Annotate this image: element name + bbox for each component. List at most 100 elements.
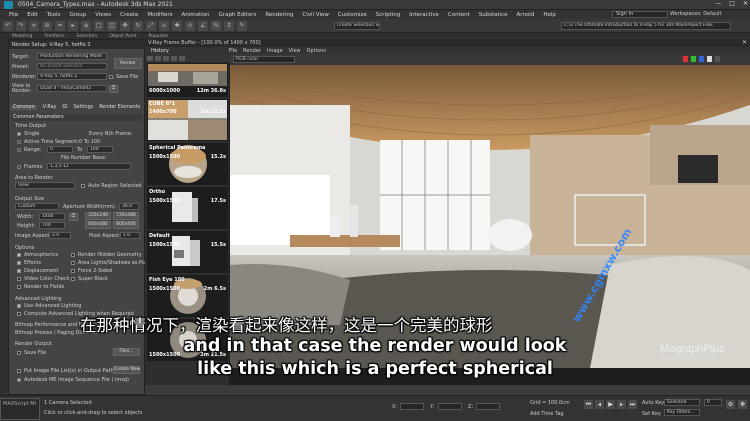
menu-scripting[interactable]: Scripting	[376, 12, 400, 18]
history-item[interactable]: Ortho 1500x1500 17.5s	[147, 187, 228, 229]
menu-interactive[interactable]: Interactive	[409, 12, 439, 18]
preset-800x600-button[interactable]: 800x600	[113, 221, 139, 229]
ribbon-tab-selection[interactable]: Selection	[77, 34, 98, 39]
blue-channel-icon[interactable]	[699, 56, 705, 62]
fb-menu-image[interactable]: Image	[267, 48, 283, 54]
menu-modifiers[interactable]: Modifiers	[147, 12, 172, 18]
menu-help[interactable]: Help	[543, 12, 556, 18]
aperture-field[interactable]: 36.0	[119, 203, 139, 210]
active-segment-radio[interactable]	[17, 140, 21, 144]
menu-civil-view[interactable]: Civil View	[302, 12, 328, 18]
force-2sided-checkbox[interactable]	[71, 269, 75, 273]
video-color-check-checkbox[interactable]	[17, 277, 21, 281]
menu-tools[interactable]: Tools	[47, 12, 61, 18]
history-item[interactable]: Fish Eye 180 1500x1500 2m 6.5s	[147, 275, 228, 317]
history-item[interactable]: Spherical Panorama 1500x1500 15.2s	[147, 143, 228, 185]
menu-substance[interactable]: Substance	[479, 12, 508, 18]
y-coord-field[interactable]	[438, 403, 462, 410]
menu-edit[interactable]: Edit	[27, 12, 38, 18]
viewport-nav-icon[interactable]: ✥	[738, 400, 747, 409]
angle-snap-icon[interactable]: ∠	[198, 20, 208, 31]
compute-advanced-checkbox[interactable]	[17, 312, 21, 316]
output-size-dropdown[interactable]: Custom	[15, 203, 59, 210]
menu-rendering[interactable]: Rendering	[265, 12, 293, 18]
red-channel-icon[interactable]	[683, 56, 689, 62]
snap-icon[interactable]: ∩	[185, 20, 195, 31]
sign-in-button[interactable]: Sign In	[612, 11, 668, 18]
scale-icon[interactable]: ⤢	[146, 20, 156, 31]
save-file-checkbox[interactable]	[109, 75, 113, 79]
menu-views[interactable]: Views	[95, 12, 111, 18]
target-dropdown[interactable]: Production Rendering Mode	[37, 53, 107, 60]
ribbon-tab-modeling[interactable]: Modeling	[12, 34, 32, 39]
preset-640x480-button[interactable]: 640x480	[85, 221, 111, 229]
auto-key-button[interactable]: Auto Key	[642, 400, 664, 406]
prev-frame-icon[interactable]: ◂	[595, 400, 604, 409]
named-sel-icon[interactable]: ✎	[237, 20, 247, 31]
menu-create[interactable]: Create	[120, 12, 138, 18]
frames-field[interactable]: 1,3,5-12	[47, 163, 131, 170]
render-hidden-checkbox[interactable]	[71, 253, 75, 257]
menu-file[interactable]: File	[9, 12, 18, 18]
link-icon[interactable]: ∞	[29, 20, 39, 31]
pivot-icon[interactable]: ✚	[172, 20, 182, 31]
displacement-checkbox[interactable]	[17, 269, 21, 273]
history-item[interactable]: 6000x1000 12m 36.8s	[147, 63, 228, 97]
unlink-icon[interactable]: ⊘	[42, 20, 52, 31]
minimize-icon[interactable]: —	[715, 0, 721, 7]
history-item[interactable]: CUBE 6*1 1400x700 2m 22.1s	[147, 99, 228, 141]
ribbon-tab-object-paint[interactable]: Object Paint	[109, 34, 136, 39]
key-filters-button[interactable]: Key Filters...	[664, 409, 700, 416]
set-key-button[interactable]: Set Key	[642, 411, 661, 417]
color-space-dropdown[interactable]: RGB color	[233, 56, 295, 63]
height-field[interactable]: 700	[39, 222, 65, 229]
maxscript-listener[interactable]: MAXScript Mi	[0, 398, 40, 420]
move-icon[interactable]: ✥	[120, 20, 130, 31]
window-crossing-icon[interactable]: ◫	[107, 20, 117, 31]
ribbon-tab-populate[interactable]: Populate	[149, 34, 169, 39]
super-black-checkbox[interactable]	[71, 277, 75, 281]
tab-vray[interactable]: V-Ray	[43, 105, 57, 110]
current-frame-field[interactable]: 0	[704, 399, 722, 406]
time-config-icon[interactable]: ⚙	[726, 400, 735, 409]
bind-icon[interactable]: ≈	[55, 20, 65, 31]
place-icon[interactable]: ⌂	[159, 20, 169, 31]
redo-icon[interactable]: ↷	[16, 20, 26, 31]
auto-region-checkbox[interactable]	[81, 184, 85, 188]
alpha-channel-icon[interactable]	[707, 56, 713, 62]
view-to-render-dropdown[interactable]: Quad 4 - VRayCam002	[37, 85, 107, 92]
tab-settings[interactable]: Settings	[74, 105, 94, 110]
select-by-name-icon[interactable]: ≡	[81, 20, 91, 31]
lock-view-icon[interactable]: ⚿	[109, 85, 118, 93]
fb-menu-render[interactable]: Render	[243, 48, 261, 54]
selection-set-dropdown[interactable]: Create Selection Se	[334, 22, 380, 30]
green-channel-icon[interactable]	[691, 56, 697, 62]
history-compare-icon[interactable]	[171, 55, 177, 61]
mono-channel-icon[interactable]	[715, 56, 720, 62]
size-lock-icon[interactable]: ⚿	[69, 213, 78, 221]
select-icon[interactable]: ▸	[68, 20, 78, 31]
undo-icon[interactable]: ↶	[3, 20, 13, 31]
percent-snap-icon[interactable]: %	[211, 20, 221, 31]
workspace-selector[interactable]: Workspaces: Default	[670, 11, 721, 17]
fb-menu-file[interactable]: File	[229, 48, 237, 54]
rect-select-icon[interactable]: □	[94, 20, 104, 31]
key-mode-dropdown[interactable]: Selected	[664, 399, 700, 406]
width-field[interactable]: 1400	[39, 213, 65, 220]
history-load-icon[interactable]	[155, 55, 161, 61]
rotate-icon[interactable]: ↻	[133, 20, 143, 31]
effects-checkbox[interactable]	[17, 261, 21, 265]
range-to-field[interactable]: 100	[87, 146, 113, 153]
preset-720x486-button[interactable]: 720x486	[113, 212, 139, 220]
preset-320x240-button[interactable]: 320x240	[85, 212, 111, 220]
history-save-icon[interactable]	[147, 55, 153, 61]
render-button[interactable]: Render	[114, 58, 142, 69]
menu-content[interactable]: Content	[448, 12, 470, 18]
x-coord-field[interactable]	[400, 403, 424, 410]
pixel-aspect-field[interactable]: 1.0	[120, 232, 140, 239]
image-aspect-field[interactable]: 2.0	[49, 232, 71, 239]
menu-group[interactable]: Group	[69, 12, 86, 18]
menu-graph-editors[interactable]: Graph Editors	[219, 12, 257, 18]
render-to-fields-checkbox[interactable]	[17, 285, 21, 289]
close-icon[interactable]: ✕	[743, 0, 748, 7]
